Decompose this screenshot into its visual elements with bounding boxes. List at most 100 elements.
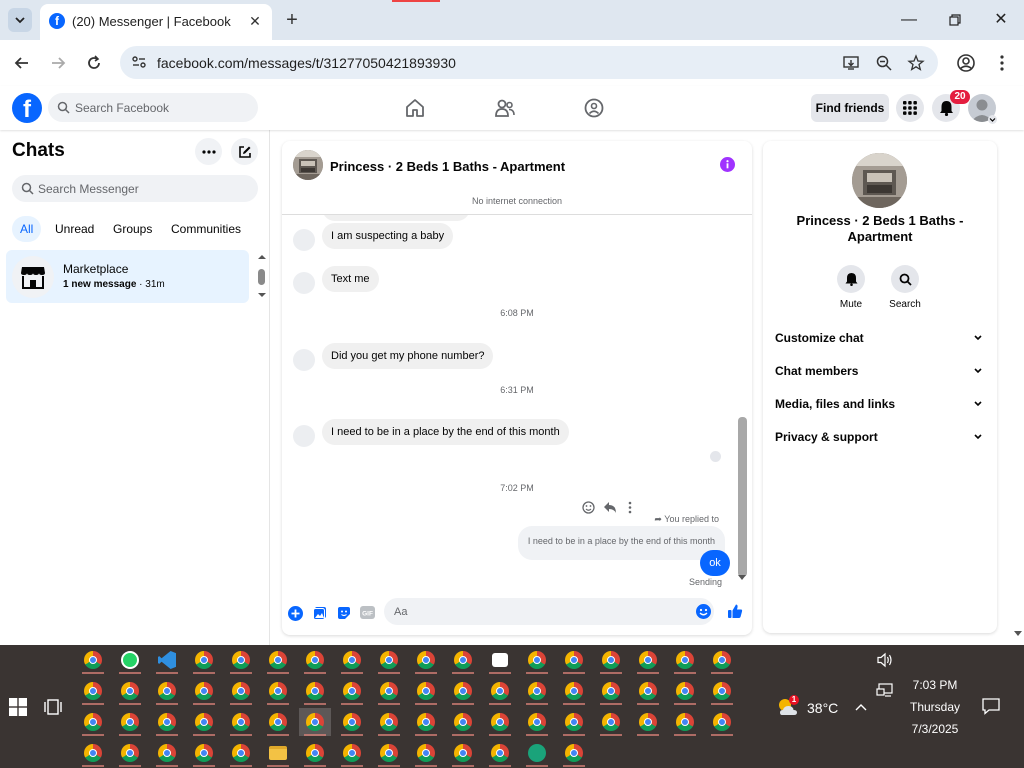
react-emoji-icon[interactable] bbox=[582, 501, 595, 514]
windows-start-icon[interactable] bbox=[9, 698, 27, 716]
taskbar-chrome-app[interactable] bbox=[447, 739, 479, 767]
chats-options-button[interactable] bbox=[195, 138, 222, 165]
taskbar-chrome-app[interactable] bbox=[521, 646, 553, 674]
conversation-title[interactable]: Princess · 2 Beds 1 Baths - Apartment bbox=[330, 159, 565, 174]
filter-tab-unread[interactable]: Unread bbox=[47, 216, 102, 242]
close-window-button[interactable]: ✕ bbox=[989, 8, 1013, 32]
taskbar-chrome-app[interactable] bbox=[299, 677, 331, 705]
tab-search-button[interactable] bbox=[8, 8, 32, 32]
taskbar-chrome-app[interactable] bbox=[336, 708, 368, 736]
incoming-message[interactable]: I am suspecting a baby bbox=[322, 223, 454, 249]
taskbar-chrome-app[interactable] bbox=[521, 677, 553, 705]
site-info-icon[interactable] bbox=[131, 54, 147, 70]
weather-temperature[interactable]: 38°C bbox=[807, 700, 838, 716]
incoming-message[interactable]: Did you get my phone number? bbox=[322, 343, 494, 369]
taskbar-chrome-app[interactable] bbox=[632, 708, 664, 736]
taskbar-chrome-app[interactable] bbox=[558, 646, 590, 674]
menu-button[interactable] bbox=[896, 94, 924, 122]
add-plus-icon[interactable] bbox=[288, 606, 303, 621]
conversation-scrollbar-thumb[interactable] bbox=[738, 417, 747, 577]
chat-members-row[interactable]: Chat members bbox=[775, 358, 985, 384]
taskbar-chrome-app[interactable] bbox=[669, 677, 701, 705]
taskbar-chrome-app[interactable] bbox=[262, 646, 294, 674]
clock-time[interactable]: 7:03 PM bbox=[895, 678, 975, 692]
restore-button[interactable] bbox=[943, 8, 967, 32]
install-app-icon[interactable] bbox=[842, 54, 860, 72]
account-chevron-icon[interactable] bbox=[988, 115, 997, 124]
facebook-search-input[interactable]: Search Facebook bbox=[48, 93, 258, 122]
taskbar-chrome-app[interactable] bbox=[447, 677, 479, 705]
taskbar-chrome-app[interactable] bbox=[484, 708, 516, 736]
conversation-avatar[interactable] bbox=[293, 150, 323, 180]
taskbar-chrome-app[interactable] bbox=[77, 646, 109, 674]
taskbar-chrome-app[interactable] bbox=[299, 708, 331, 736]
new-tab-button[interactable]: + bbox=[281, 9, 303, 31]
more-vertical-icon[interactable] bbox=[628, 501, 632, 514]
like-thumb-icon[interactable] bbox=[727, 603, 743, 619]
taskbar-chrome-app[interactable] bbox=[632, 677, 664, 705]
profile-icon[interactable] bbox=[956, 53, 976, 73]
taskbar-chrome-app[interactable] bbox=[595, 677, 627, 705]
taskbar-chrome-app[interactable] bbox=[114, 677, 146, 705]
bookmark-star-icon[interactable] bbox=[907, 54, 925, 72]
taskbar-chrome-app[interactable] bbox=[558, 739, 590, 767]
info-icon[interactable] bbox=[720, 157, 735, 172]
taskbar-chrome-app[interactable] bbox=[188, 708, 220, 736]
mute-button[interactable]: Mute bbox=[823, 265, 879, 310]
taskbar-chrome-app[interactable] bbox=[188, 646, 220, 674]
facebook-logo-icon[interactable]: f bbox=[12, 93, 42, 123]
zoom-icon[interactable] bbox=[875, 54, 893, 72]
incoming-message[interactable]: Text me bbox=[322, 266, 379, 292]
messenger-search-input[interactable]: Search Messenger bbox=[12, 175, 258, 202]
filter-tab-communities[interactable]: Communities bbox=[163, 216, 249, 242]
home-icon[interactable] bbox=[404, 98, 426, 118]
clock-date[interactable]: 7/3/2025 bbox=[895, 722, 975, 736]
chat-list-item[interactable]: Marketplace 1 new message · 31m bbox=[6, 250, 249, 303]
taskbar-chrome-app[interactable] bbox=[262, 708, 294, 736]
taskbar-chrome-app[interactable] bbox=[706, 708, 738, 736]
search-in-chat-button[interactable]: Search bbox=[877, 265, 933, 310]
taskbar-chrome-app[interactable] bbox=[410, 708, 442, 736]
new-message-button[interactable] bbox=[231, 138, 258, 165]
taskbar-chrome-app[interactable] bbox=[373, 646, 405, 674]
taskbar-chrome-app[interactable] bbox=[558, 677, 590, 705]
taskbar-chrome-app[interactable] bbox=[225, 708, 257, 736]
customize-chat-row[interactable]: Customize chat bbox=[775, 325, 985, 351]
taskbar-chrome-app[interactable] bbox=[336, 677, 368, 705]
volume-icon[interactable] bbox=[876, 652, 894, 668]
sticker-icon[interactable] bbox=[337, 606, 351, 620]
scroll-down-arrow-icon[interactable] bbox=[737, 574, 747, 581]
taskbar-chrome-app[interactable] bbox=[706, 646, 738, 674]
reload-icon[interactable] bbox=[84, 53, 104, 73]
taskbar-chrome-app[interactable] bbox=[77, 677, 109, 705]
taskbar-chrome-app[interactable] bbox=[151, 677, 183, 705]
taskbar-chrome-app[interactable] bbox=[373, 677, 405, 705]
emoji-icon[interactable] bbox=[696, 604, 711, 619]
taskbar-file-explorer-app[interactable] bbox=[262, 739, 294, 767]
taskbar-chrome-app[interactable] bbox=[669, 708, 701, 736]
taskbar-chrome-app[interactable] bbox=[447, 708, 479, 736]
incoming-message[interactable]: I need to be in a place by the end of th… bbox=[322, 419, 569, 445]
taskbar-chrome-app[interactable] bbox=[151, 739, 183, 767]
message-input[interactable]: Aa bbox=[384, 598, 714, 625]
forward-arrow-icon[interactable] bbox=[48, 53, 68, 73]
taskbar-chrome-app[interactable] bbox=[336, 739, 368, 767]
find-friends-button[interactable]: Find friends bbox=[811, 94, 889, 122]
taskbar-chrome-app[interactable] bbox=[706, 677, 738, 705]
info-avatar[interactable] bbox=[852, 153, 907, 208]
taskbar-chrome-app[interactable] bbox=[484, 739, 516, 767]
taskbar-chrome-app[interactable] bbox=[225, 739, 257, 767]
filter-tab-groups[interactable]: Groups bbox=[105, 216, 160, 242]
media-files-links-row[interactable]: Media, files and links bbox=[775, 391, 985, 417]
taskbar-capcut-app[interactable] bbox=[484, 646, 516, 674]
replied-message-quote[interactable]: I need to be in a place by the end of th… bbox=[517, 526, 725, 560]
minimize-button[interactable]: — bbox=[897, 8, 921, 32]
taskbar-chrome-app[interactable] bbox=[632, 646, 664, 674]
notification-center-icon[interactable] bbox=[982, 697, 1000, 715]
taskbar-chrome-app[interactable] bbox=[410, 739, 442, 767]
show-hidden-icons-chevron-up-icon[interactable] bbox=[853, 700, 869, 716]
task-view-icon[interactable] bbox=[44, 698, 62, 716]
taskbar-chrome-app[interactable] bbox=[188, 739, 220, 767]
taskbar-chrome-app[interactable] bbox=[410, 677, 442, 705]
taskbar-chrome-app[interactable] bbox=[299, 646, 331, 674]
